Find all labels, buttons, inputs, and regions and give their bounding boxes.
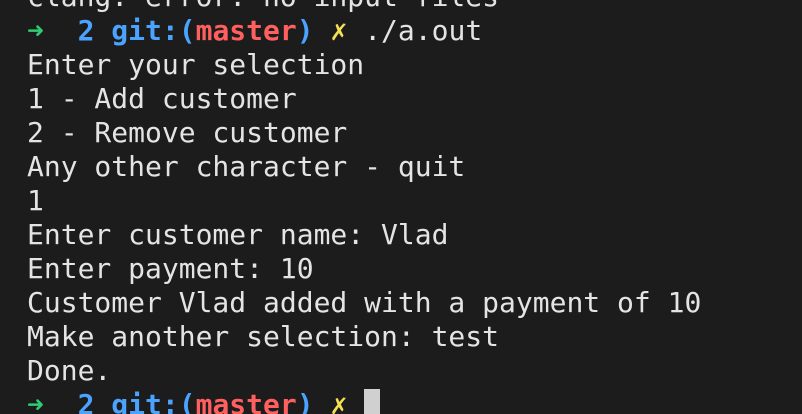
output-line: 2 - Remove customer xyxy=(27,116,348,149)
output-line: Enter payment: 10 xyxy=(27,252,314,285)
dirty-marker-icon: ✗ xyxy=(330,388,348,414)
text-cursor[interactable] xyxy=(364,389,381,414)
partial-error-line: clang: error: no input files xyxy=(27,0,802,14)
prompt-arrow-icon: ➜ xyxy=(27,14,44,47)
prompt-branch: master xyxy=(195,14,297,47)
terminal-output: clang: error: no input files ➜ 2 git:(ma… xyxy=(27,0,802,414)
dirty-marker-icon: ✗ xyxy=(330,14,348,47)
prompt-branch: master xyxy=(195,388,297,414)
terminal-window[interactable]: clang: error: no input files ➜ 2 git:(ma… xyxy=(0,0,802,414)
prompt-open-paren: ( xyxy=(178,388,196,414)
output-line: Enter customer name: Vlad xyxy=(27,218,449,251)
output-line: Customer Vlad added with a payment of 10 xyxy=(27,286,702,319)
output-line: 1 xyxy=(27,184,44,217)
prompt-close-paren: ) xyxy=(296,14,314,47)
prompt-line-current[interactable]: ➜ 2 git:(master) ✗ xyxy=(27,388,802,414)
output-line: Make another selection: test xyxy=(27,320,500,353)
prompt-open-paren: ( xyxy=(178,14,196,47)
output-line: Any other character - quit xyxy=(27,150,466,183)
output-line: 1 - Add customer xyxy=(27,82,297,115)
prompt-arrow-icon: ➜ xyxy=(27,388,44,414)
output-line: Done. xyxy=(27,354,112,387)
prompt-line-command: ➜ 2 git:(master) ✗ ./a.out xyxy=(27,14,802,48)
prompt-git-label: git: xyxy=(111,388,179,414)
prompt-git-label: git: xyxy=(111,14,179,47)
prompt-count: 2 xyxy=(77,388,95,414)
command-text: ./a.out xyxy=(364,14,483,47)
prompt-close-paren: ) xyxy=(296,388,314,414)
output-line: Enter your selection xyxy=(27,48,365,81)
prompt-count: 2 xyxy=(77,14,95,47)
